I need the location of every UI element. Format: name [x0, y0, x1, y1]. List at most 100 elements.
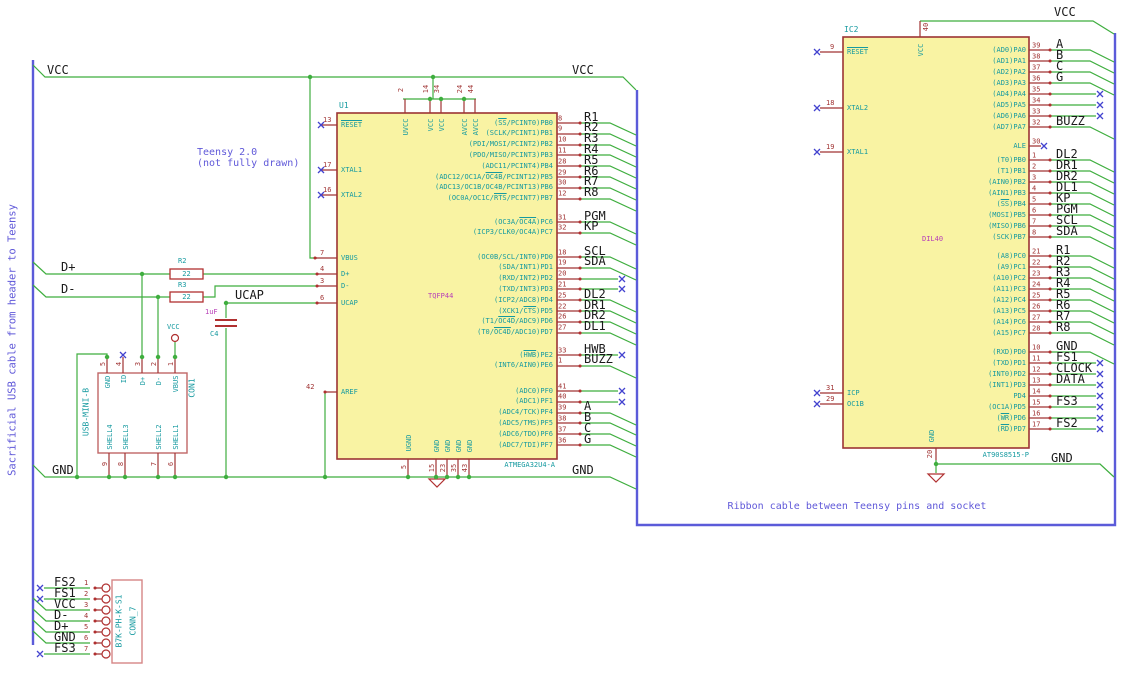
net-label: DL1: [584, 319, 606, 334]
pin-row: (SDA/INT1)PD1 19 SDA: [337, 256, 647, 273]
pin-row: (ADC5/TMS)PF5 38 B: [337, 411, 647, 429]
pin-row: (MISO)PB6 7 SCL: [843, 214, 1131, 232]
u1-pin-num-34: 34: [433, 84, 441, 94]
pin-name: (A14)PC6: [992, 317, 1026, 326]
u1-pin-num-17: 17: [323, 161, 332, 169]
pin-row: (ADC1)PF1 40: [337, 393, 647, 407]
ic2-value: AT90S8515-P: [982, 451, 1029, 459]
pin-row: PD4 14: [843, 387, 1131, 402]
pin-name: (ADC13/OC1B/OC4B/PCINT13)PB6: [434, 183, 553, 192]
pin-row: (MOSI)PB5 6 PGM: [843, 203, 1131, 221]
pin-number: 25: [558, 291, 567, 300]
pin-number: 23: [1032, 269, 1041, 277]
pin-row: ALE 30: [843, 137, 1131, 152]
ic2-pin-num-19: 19: [826, 143, 835, 151]
ic2-pin-num-20: 20: [926, 449, 934, 459]
pin-row: (AD2)PA2 37 C: [843, 60, 1131, 78]
pin-name: (OC0B/SCL/INT0)PD0: [477, 252, 553, 261]
pin-name: (SCK)PB7: [992, 232, 1026, 241]
pin-number: 15: [1032, 398, 1041, 406]
net-label: DATA: [1056, 371, 1085, 386]
pin-name: (ADC1)PF1: [515, 397, 553, 406]
usb-pin-dplus: D+: [139, 376, 147, 386]
pin-name: (SCLK/PCINT1)PB1: [485, 129, 553, 138]
pin-number: 30: [558, 178, 567, 187]
pin-name: (SS)PB4: [996, 199, 1026, 208]
ic2-porta-rows: (AD0)PA0 39 A (AD1)PA1 38 B (AD2)PA2 37 …: [843, 38, 1131, 133]
capacitor-c4: [215, 319, 237, 327]
ic2-pin-num-31: 31: [826, 384, 835, 392]
pin-name: (RXD)PD0: [992, 347, 1026, 356]
pin-row: (RXD/INT2)PD2 20: [337, 270, 647, 284]
u1-portc-rows: (OC3A/OC4A)PC6 31 PGM (ICP3/CLK0/OC4A)PC…: [337, 210, 647, 239]
pin-name: (A12)PC4: [992, 295, 1026, 304]
ic2-portc-rows: (A8)PC0 21 R1 (A9)PC1 22 R2 (A10)PC2 23 …: [843, 244, 1131, 339]
pin-name: (AD4)PA4: [992, 89, 1026, 98]
pin-row: (A8)PC0 21 R1: [843, 244, 1131, 262]
pin-number: 18: [558, 248, 567, 257]
net-label: R8: [1056, 319, 1071, 334]
pin-number: 13: [1032, 376, 1041, 384]
u1-pin-num-44: 44: [467, 84, 475, 94]
teensy-note-line1: Teensy 2.0: [197, 147, 258, 158]
pin-name: (T0)PB0: [996, 155, 1026, 164]
u1-pin-num-6: 6: [320, 294, 325, 302]
net-label-ucap: UCAP: [235, 288, 264, 302]
net-label: FS2: [1056, 415, 1078, 430]
net-label-gnd-ic2: GND: [1051, 451, 1073, 465]
pin-number: 10: [558, 135, 567, 144]
connector-row: D- 4: [0, 609, 150, 627]
pin-number: 27: [1032, 313, 1041, 321]
pin-number: 25: [1032, 291, 1041, 299]
pin-number: 21: [1032, 247, 1041, 255]
ribbon-cable-note: Ribbon cable between Teensy pins and soc…: [727, 501, 987, 512]
u1-portb-rows: (SS/PCINT0)PB0 8 R1 (SCLK/PCINT1)PB1 9 R…: [337, 111, 647, 204]
ic2-ale-row: ALE 30: [843, 137, 1131, 152]
c4-ref: C4: [210, 330, 219, 338]
pin-name: (AD1)PA1: [992, 56, 1026, 65]
pin-name: (AD6)PA6: [992, 111, 1026, 120]
ic2-pin-num-9: 9: [830, 43, 835, 51]
usb-pin-gnd: GND: [104, 375, 112, 389]
usb-pin-shell2: SHELL2: [155, 424, 163, 450]
pin-number: 36: [558, 436, 567, 445]
pin-row: (INT0)PD2 12 CLOCK: [843, 362, 1131, 380]
pin-row: (ADC12/OC1A/OC4B/PCINT12)PB5 29 R6: [337, 165, 647, 183]
net-label: BUZZ: [1056, 113, 1085, 128]
pin-number: 20: [558, 269, 567, 278]
pin-number: 1: [1032, 151, 1037, 159]
u1-pin-num-23: 23: [439, 463, 447, 473]
u1-pin-num-5: 5: [400, 464, 408, 470]
pin-name: (PDI/MOSI/PCINT2)PB2: [468, 140, 553, 149]
pin-number: 39: [1032, 41, 1041, 49]
u1-pin-num-4: 4: [320, 265, 325, 273]
net-label: R8: [584, 185, 599, 200]
pin-number: 7: [1032, 217, 1037, 225]
pin-row: (SS/PCINT0)PB0 8 R1: [337, 111, 647, 129]
u1-pin-num-14: 14: [422, 84, 430, 94]
pin-name: (MOSI)PB5: [988, 210, 1026, 219]
net-label: BUZZ: [584, 352, 613, 367]
pin-name: (A15)PC7: [992, 328, 1026, 337]
pin-name: (A9)PC1: [996, 262, 1026, 271]
usb-pin-num-5: 5: [99, 361, 107, 367]
vcc-symbol-label: VCC: [167, 323, 180, 331]
u1-pin-num-35: 35: [450, 463, 458, 473]
pin-name: (AD3)PA3: [992, 78, 1026, 87]
pin-row: (AIN1)PB3 4 DL1: [843, 181, 1131, 199]
ic2-pin-num-18: 18: [826, 99, 835, 107]
pin-name: (INT6/AIN0)PE6: [493, 361, 553, 370]
usb-pin-num-8: 8: [117, 461, 125, 467]
pin-row: (T0)PB0 1 DL2: [843, 148, 1131, 166]
pin-row: (ADC13/OC1B/OC4B/PCINT13)PB6 30 R7: [337, 175, 647, 193]
pin-number: 28: [1032, 324, 1041, 332]
pin-number: 30: [1032, 137, 1041, 145]
pin-row: (SS)PB4 5 KP: [843, 192, 1131, 210]
pin-number: 1: [558, 356, 563, 365]
pin-name: (T1)PB1: [996, 166, 1026, 175]
usb-pin-num-9: 9: [101, 461, 109, 467]
pin-number: 1: [84, 578, 89, 587]
pin-number: 40: [558, 392, 567, 401]
r3-ref: R3: [178, 281, 187, 289]
pin-row: (ADC7/TDI)PF7 36 G: [337, 433, 647, 451]
